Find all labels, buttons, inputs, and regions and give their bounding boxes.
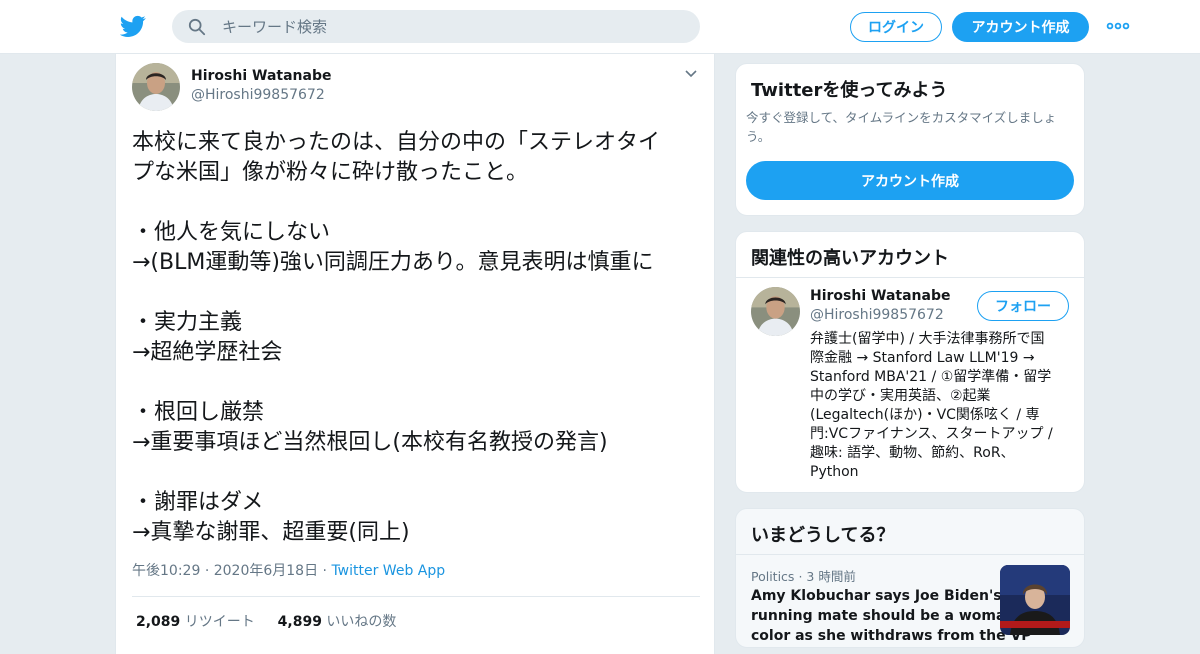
tweet-line: →(BLM運動等)強い同調圧力あり。意見表明は慎重に [132,250,654,275]
bio-line: 際金融 → Stanford Law LLM'19 → [810,350,1035,366]
tweet-source-link[interactable]: Twitter Web App [331,563,445,579]
trend-headline[interactable]: Amy Klobuchar says Joe Biden's running m… [751,586,1036,646]
tweet-line: ・実力主義 [132,310,243,335]
top-nav-bar: ログイン アカウント作成 [0,0,1200,54]
avatar[interactable] [751,287,800,336]
account-handle[interactable]: @Hiroshi99857672 [810,307,944,323]
like-stat[interactable]: 4,899 いいねの数 [278,614,397,630]
trends-title: いまどうしてる？ [751,525,895,546]
account-bio: 弁護士(留学中) / 大手法律事務所で国 際金融 → Stanford Law … [810,330,1076,482]
tweet-text: 本校に来て良かったのは、自分の中の「ステレオタイ プな米国」像が粉々に砕け散った… [132,128,708,548]
tweet-line [132,458,708,488]
trend-time: 3 時間前 [806,569,856,584]
bio-line: 趣味: 語学、動物、節約、RoR、 [810,445,1015,461]
divider [736,277,1084,278]
avatar[interactable] [132,63,180,111]
author-name[interactable]: Hiroshi Watanabe [191,68,331,84]
tweet-line [132,278,708,308]
bio-line: Python [810,464,859,480]
headline-line: color as she withdraws from the VP [751,628,1032,644]
desc-line: う。 [746,129,771,144]
search-icon [188,18,206,35]
tweet-line: →真摯な謝罪、超重要(同上) [132,520,410,545]
bio-line: 門:VCファイナンス、スタートアップ / [810,426,1053,442]
signup-card: Twitterを使ってみよう 今すぐ登録して、タイムラインをカスタマイズしましょ… [735,63,1085,216]
related-accounts-card: 関連性の高いアカウント Hiroshi Watanabe @Hiroshi998… [735,231,1085,493]
search-box[interactable] [172,10,700,43]
retweet-count: 2,089 [136,614,181,630]
search-input[interactable] [222,17,662,36]
tweet-line: ・根回し厳禁 [132,400,265,425]
trend-thumbnail[interactable] [1000,565,1070,635]
account-name[interactable]: Hiroshi Watanabe [810,288,950,304]
divider [736,554,1084,555]
signup-button[interactable]: アカウント作成 [952,12,1089,42]
login-button[interactable]: ログイン [850,12,942,42]
tweet-line: →超絶学歴社会 [132,340,283,365]
tweet-line: ・他人を気にしない [132,220,331,245]
like-count: 4,899 [277,614,322,630]
tweet-stats: 2,089 リツイート 4,899 いいねの数 [136,611,396,631]
tweet-timestamp: 午後10:29 · 2020年6月18日 · Twitter Web App [132,560,445,580]
tweet-line: ・謝罪はダメ [132,490,264,515]
headline-line: Amy Klobuchar says Joe Biden's [751,588,1002,604]
tweet-line [132,368,708,398]
more-dots-icon[interactable] [1106,18,1130,34]
create-account-button[interactable]: アカウント作成 [746,161,1074,200]
tweet-line: プな米国」像が粉々に砕け散ったこと。 [132,160,529,185]
tweet-line: 本校に来て良かったのは、自分の中の「ステレオタイ [132,130,661,155]
trend-category: Politics [751,569,795,584]
follow-button[interactable]: フォロー [977,291,1069,321]
bio-line: (Legaltech(ほか)・VC関係呟く / 専 [810,407,1040,423]
bio-line: 弁護士(留学中) / 大手法律事務所で国 [810,331,1045,347]
tweet-card: Hiroshi Watanabe @Hiroshi99857672 本校に来て良… [115,54,715,654]
tweet-time[interactable]: 午後10:29 [132,563,200,579]
trends-card: いまどうしてる？ Politics · 3 時間前 Amy Klobuchar … [735,508,1085,648]
desc-line: 今すぐ登録して、タイムラインをカスタマイズしましょ [746,110,1057,125]
retweet-label: リツイート [184,614,255,630]
signup-card-title: Twitterを使ってみよう [751,80,948,101]
bio-line: Stanford MBA'21 / ①留学準備・留学 [810,369,1052,385]
headline-line: running mate should be a woman of [751,608,1036,624]
tweet-line [132,188,708,218]
twitter-bird-icon[interactable] [120,13,146,39]
trend-meta: Politics · 3 時間前 [751,566,856,585]
author-handle[interactable]: @Hiroshi99857672 [191,87,325,103]
related-accounts-title: 関連性の高いアカウント [751,248,949,269]
tweet-line: →重要事項ほど当然根回し(本校有名教授の発言) [132,430,608,455]
chevron-down-icon[interactable] [684,69,698,79]
meta-separator: · [204,563,214,579]
like-label: いいねの数 [326,614,397,630]
signup-card-description: 今すぐ登録して、タイムラインをカスタマイズしましょ う。 [746,108,1080,146]
divider [132,596,700,597]
bio-line: 中の学び・実用英語、②起業 [810,388,991,404]
tweet-date[interactable]: 2020年6月18日 [214,563,318,579]
retweet-stat[interactable]: 2,089 リツイート [136,614,255,630]
